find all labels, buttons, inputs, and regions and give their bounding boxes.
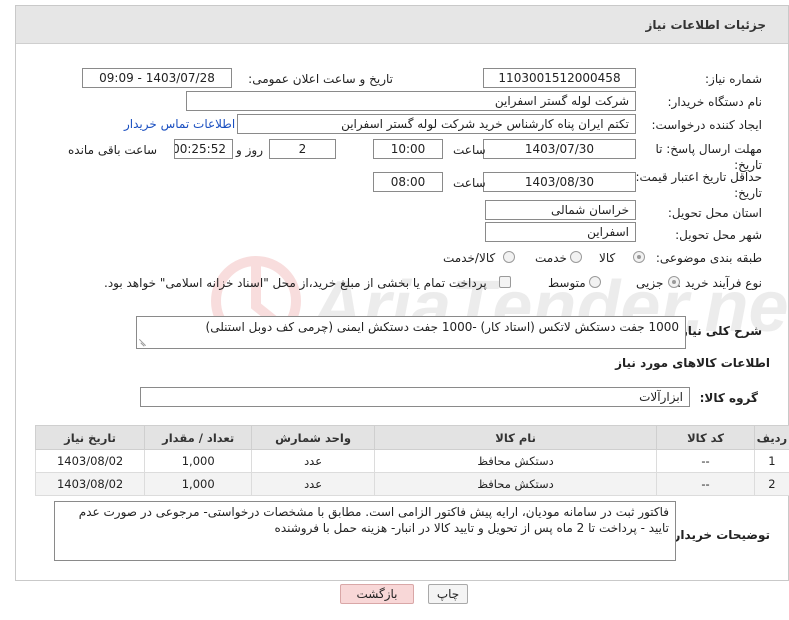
col-code: کد کالا <box>656 425 755 450</box>
buyer-org-label: نام دستگاه خریدار: <box>667 95 763 109</box>
table-header-row: ردیف کد کالا نام کالا واحد شمارش تعداد /… <box>34 425 789 450</box>
announce-date-field: 1403/07/28 - 09:09 <box>82 68 232 88</box>
category-option-goods-service: کالا/خدمت <box>443 251 496 265</box>
cell-code: -- <box>656 449 755 473</box>
resize-handle[interactable] <box>139 338 147 346</box>
price-time-label: ساعت <box>453 176 486 190</box>
cell-date: 1403/08/02 <box>34 472 146 496</box>
category-option-goods: کالا <box>599 251 616 265</box>
remaining-time-label: ساعت باقی مانده <box>68 143 158 157</box>
goods-group-label: گروه کالا: <box>699 391 758 405</box>
cell-row: 1 <box>753 449 789 473</box>
goods-section-title: اطلاعات کالاهای مورد نیاز <box>615 356 770 370</box>
need-number-label: شماره نیاز: <box>705 72 762 86</box>
city-label: شهر محل تحویل: <box>675 228 762 242</box>
purchase-radio-minor[interactable] <box>668 276 680 288</box>
cell-unit: عدد <box>251 472 375 496</box>
cell-name: دستکش محافظ <box>373 472 658 496</box>
remaining-days-field: 2 <box>269 139 336 159</box>
cell-qty: 1,000 <box>144 449 253 473</box>
panel-header: جزئیات اطلاعات نیاز <box>16 6 788 44</box>
col-qty: تعداد / مقدار <box>144 425 253 450</box>
category-label: طبقه بندی موضوعی: <box>655 251 762 265</box>
buyer-contact-link[interactable]: اطلاعات تماس خریدار <box>124 117 235 131</box>
goods-group-field: ابزارآلات <box>140 387 690 407</box>
reply-deadline-date: 1403/07/30 <box>483 139 636 159</box>
category-radio-goods-service[interactable] <box>503 251 515 263</box>
need-details-panel: جزئیات اطلاعات نیاز AriaTender.net شماره… <box>15 5 789 581</box>
cell-name: دستکش محافظ <box>373 449 658 473</box>
reply-time-label: ساعت <box>453 143 486 157</box>
reply-deadline-time: 10:00 <box>373 139 443 159</box>
table-row: 1 -- دستکش محافظ عدد 1,000 1403/08/02 <box>34 449 789 473</box>
purchase-radio-medium[interactable] <box>589 276 601 288</box>
purchase-type-label: نوع فرآیند خرید : <box>677 276 762 290</box>
days-label: روز و <box>236 143 263 157</box>
col-name: نام کالا <box>373 425 658 450</box>
buyer-notes-field: فاکتور ثبت در سامانه مودیان، ارایه پیش ف… <box>54 501 676 561</box>
buyer-org-field: شرکت لوله گستر اسفراین <box>186 91 636 111</box>
goods-table: ردیف کد کالا نام کالا واحد شمارش تعداد /… <box>34 425 789 496</box>
panel-title: جزئیات اطلاعات نیاز <box>645 18 766 32</box>
description-label: شرح کلی نیاز: <box>676 324 762 338</box>
remaining-time-field: 00:25:52 <box>174 139 233 159</box>
cell-row: 2 <box>753 472 789 496</box>
announce-date-label: تاریخ و ساعت اعلان عمومی: <box>248 72 393 86</box>
price-validity-time: 08:00 <box>373 172 443 192</box>
city-field: اسفراین <box>485 222 636 242</box>
purchase-option-medium: متوسط <box>548 276 586 290</box>
need-number-field: 1103001512000458 <box>483 68 636 88</box>
back-button[interactable]: بازگشت <box>340 584 414 604</box>
price-validity-label: حداقل تاریخ اعتبار قیمت: تا تاریخ: <box>624 170 762 200</box>
cell-code: -- <box>656 472 755 496</box>
purchase-option-minor: جزیی <box>636 276 664 290</box>
cell-unit: عدد <box>251 449 375 473</box>
print-button[interactable]: چاپ <box>428 584 468 604</box>
province-label: استان محل تحویل: <box>667 206 762 220</box>
cell-date: 1403/08/02 <box>34 449 146 473</box>
province-field: خراسان شمالی <box>485 200 636 220</box>
treasury-payment-checkbox[interactable] <box>499 276 511 288</box>
requester-field: تکتم ایران پناه کارشناس خرید شرکت لوله گ… <box>237 114 636 134</box>
treasury-payment-note: پرداخت تمام یا بخشی از مبلغ خرید،از محل … <box>104 276 487 290</box>
cell-qty: 1,000 <box>144 472 253 496</box>
col-unit: واحد شمارش <box>251 425 375 450</box>
col-date: تاریخ نیاز <box>34 425 146 450</box>
description-text: 1000 جفت دستکش لاتکس (استاد کار) -1000 ج… <box>205 320 679 334</box>
requester-label: ایجاد کننده درخواست: <box>651 118 762 132</box>
description-field: 1000 جفت دستکش لاتکس (استاد کار) -1000 ج… <box>136 316 686 349</box>
table-row: 2 -- دستکش محافظ عدد 1,000 1403/08/02 <box>34 472 789 496</box>
category-radio-goods[interactable] <box>633 251 645 263</box>
category-radio-service[interactable] <box>570 251 582 263</box>
price-validity-date: 1403/08/30 <box>483 172 636 192</box>
col-row: ردیف <box>753 425 789 450</box>
buyer-notes-text: فاکتور ثبت در سامانه مودیان، ارایه پیش ف… <box>78 505 669 535</box>
buyer-notes-label: توضیحات خریدار: <box>668 528 770 542</box>
category-option-service: خدمت <box>535 251 567 265</box>
